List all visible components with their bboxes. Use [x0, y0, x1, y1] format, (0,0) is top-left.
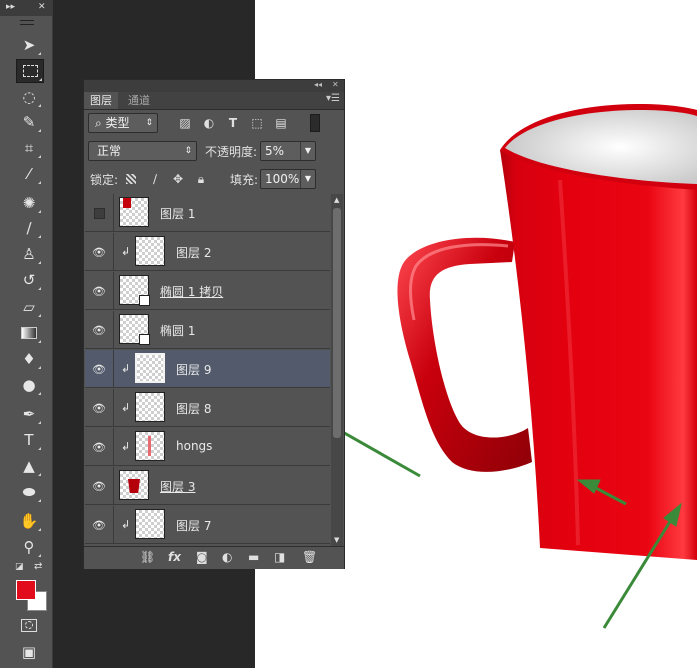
- fill-value: 100%: [265, 172, 300, 186]
- layer-row[interactable]: 👁︎ 椭圆 1 拷贝: [85, 272, 330, 310]
- fill-label: 填充:: [230, 173, 259, 187]
- tab-layers[interactable]: 图层: [84, 92, 118, 109]
- dropdown-arrows-icon: ⇕: [184, 146, 192, 156]
- layer-name[interactable]: hongs: [176, 439, 212, 453]
- layer-row[interactable]: 👁︎ 图层 3: [85, 467, 330, 505]
- lock-label: 锁定:: [90, 173, 119, 187]
- pixel-filter-icon[interactable]: ▨: [178, 116, 192, 130]
- clip-arrow-icon: ↲: [121, 362, 131, 375]
- layer-row[interactable]: 👁︎ ↲ 图层 2: [85, 233, 330, 271]
- layer-row-selected[interactable]: 👁︎ ↲ 图层 9: [85, 350, 330, 388]
- lock-transparent-icon[interactable]: [126, 174, 136, 184]
- eye-icon[interactable]: 👁︎: [85, 467, 114, 505]
- opacity-field[interactable]: 5% ▼: [260, 141, 316, 161]
- layer-thumbnail: [119, 470, 149, 500]
- adjustment-filter-icon[interactable]: ◐: [202, 116, 216, 130]
- layer-thumbnail: [119, 197, 149, 227]
- eye-icon[interactable]: 👁︎: [85, 506, 114, 544]
- scroll-thumb[interactable]: [333, 208, 341, 438]
- clip-arrow-icon: ↲: [121, 401, 131, 414]
- blend-mode-select[interactable]: 正常 ⇕: [88, 141, 197, 161]
- eye-icon[interactable]: 👁︎: [85, 233, 114, 271]
- panel-tabs: 图层 通道 ▾☰: [84, 92, 344, 110]
- eye-icon[interactable]: 👁︎: [85, 350, 114, 388]
- blend-mode-value: 正常: [97, 144, 122, 158]
- eye-icon[interactable]: 👁︎: [85, 272, 114, 310]
- layer-thumbnail: [135, 236, 165, 266]
- shape-layer-badge-icon: [139, 334, 150, 345]
- visibility-toggle[interactable]: [85, 194, 114, 232]
- panel-menu-icon[interactable]: ▾☰: [326, 93, 340, 104]
- opacity-value: 5%: [265, 144, 285, 158]
- thumbnail-mug-mark: [123, 198, 131, 208]
- lock-all-icon[interactable]: 🔒︎: [194, 172, 208, 186]
- search-icon: ⌕: [95, 116, 106, 130]
- layer-row[interactable]: 👁︎ ↲ hongs: [85, 428, 330, 466]
- layer-name[interactable]: 椭圆 1: [160, 322, 195, 339]
- thumbnail-cup-shape: [128, 479, 140, 493]
- layer-name[interactable]: 图层 2: [176, 244, 211, 261]
- layer-name[interactable]: 图层 9: [176, 361, 211, 378]
- opacity-dropdown-icon[interactable]: ▼: [300, 142, 315, 160]
- filter-kind-select[interactable]: ⌕ 类型 ⇕: [88, 113, 158, 133]
- dropdown-arrows-icon: ⇕: [145, 118, 153, 128]
- shape-filter-icon[interactable]: ⬚: [250, 116, 264, 130]
- fx-icon[interactable]: fx: [168, 550, 181, 564]
- opacity-label: 不透明度:: [205, 145, 258, 159]
- layer-thumbnail: [135, 392, 165, 422]
- layer-mask-icon[interactable]: ◙: [196, 550, 208, 564]
- thumbnail-red-stroke: [148, 436, 151, 456]
- type-filter-icon[interactable]: T: [226, 116, 240, 130]
- layer-name[interactable]: 图层 8: [176, 400, 211, 417]
- panel-collapse-icon[interactable]: ◂◂: [314, 80, 322, 89]
- layer-row[interactable]: 👁︎ ↲ 图层 7: [85, 506, 330, 544]
- panel-titlebar[interactable]: ◂◂ ✕: [84, 80, 344, 92]
- layers-panel: ◂◂ ✕ 图层 通道 ▾☰ ⌕ 类型 ⇕ ▨ ◐ T ⬚ ▤ 正常 ⇕ 不透明度…: [83, 79, 345, 569]
- layers-list: 图层 1 👁︎ ↲ 图层 2 👁︎ 椭圆 1 拷贝 👁︎ 椭圆 1 👁︎ ↲ 图…: [85, 194, 330, 546]
- scroll-down-icon[interactable]: ▼: [334, 536, 339, 544]
- scroll-up-icon[interactable]: ▲: [334, 196, 339, 204]
- layer-row[interactable]: 👁︎ 椭圆 1: [85, 311, 330, 349]
- eye-icon[interactable]: 👁︎: [85, 389, 114, 427]
- new-layer-icon[interactable]: ◨: [274, 550, 285, 564]
- layer-name[interactable]: 椭圆 1 拷贝: [160, 283, 223, 300]
- adjustment-layer-icon[interactable]: ◐: [222, 550, 232, 564]
- mug-handle: [397, 237, 532, 472]
- smart-object-filter-icon[interactable]: ▤: [274, 116, 288, 130]
- layers-scrollbar[interactable]: ▲ ▼: [331, 194, 343, 546]
- link-layers-icon[interactable]: ⛓: [140, 550, 155, 564]
- filter-toggle-switch[interactable]: [310, 114, 320, 132]
- lock-position-icon[interactable]: ✥: [171, 172, 185, 186]
- folder-icon[interactable]: ▬: [248, 550, 259, 564]
- shape-layer-badge-icon: [139, 295, 150, 306]
- clip-arrow-icon: ↲: [121, 440, 131, 453]
- visibility-off-box: [93, 207, 105, 219]
- clip-arrow-icon: ↲: [121, 245, 131, 258]
- layer-thumbnail: [135, 431, 165, 461]
- mug: [397, 104, 697, 560]
- layer-row[interactable]: 图层 1: [85, 194, 330, 232]
- layer-thumbnail: [119, 275, 150, 306]
- trash-icon[interactable]: 🗑︎: [302, 550, 317, 564]
- panel-close-icon[interactable]: ✕: [332, 80, 339, 89]
- layer-row[interactable]: 👁︎ ↲ 图层 8: [85, 389, 330, 427]
- fill-field[interactable]: 100% ▼: [260, 169, 316, 189]
- tab-channels[interactable]: 通道: [122, 92, 156, 109]
- mug-body: [500, 145, 697, 560]
- layer-thumbnail: [135, 353, 165, 383]
- layer-thumbnail: [119, 314, 150, 345]
- layer-name[interactable]: 图层 7: [176, 517, 211, 534]
- layer-name[interactable]: 图层 3: [160, 478, 195, 495]
- layer-thumbnail: [135, 509, 165, 539]
- layer-name[interactable]: 图层 1: [160, 205, 195, 222]
- lock-pixels-icon[interactable]: ∕: [148, 172, 162, 186]
- filter-kind-label: 类型: [105, 116, 130, 130]
- eye-icon[interactable]: 👁︎: [85, 428, 114, 466]
- panel-footer: ⛓ fx ◙ ◐ ▬ ◨ 🗑︎: [84, 546, 344, 569]
- clip-arrow-icon: ↲: [121, 518, 131, 531]
- fill-dropdown-icon[interactable]: ▼: [300, 170, 315, 188]
- eye-icon[interactable]: 👁︎: [85, 311, 114, 349]
